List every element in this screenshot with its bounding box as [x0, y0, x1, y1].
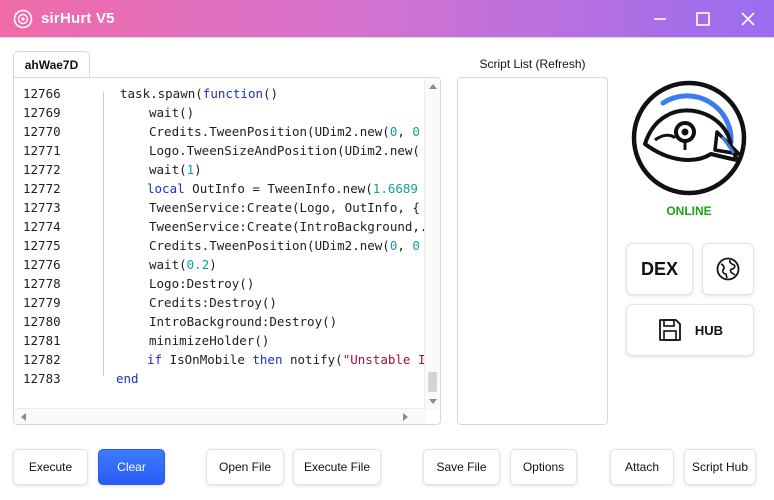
- attach-button[interactable]: Attach: [610, 449, 674, 485]
- line-number: 12776: [23, 257, 61, 272]
- code-line: 12775 Credits.TweenPosition(UDim2.new(0, …: [14, 236, 426, 255]
- options-button[interactable]: Options: [510, 449, 577, 485]
- execute-file-button[interactable]: Execute File: [293, 449, 381, 485]
- code-line: 12776 wait(0.2): [14, 255, 426, 274]
- dex-button[interactable]: DEX: [626, 243, 693, 295]
- line-number: 12770: [23, 124, 61, 139]
- code-line: 12766 task.spawn(function(): [14, 84, 426, 103]
- line-number: 12766: [23, 86, 61, 101]
- code-text: wait(1): [149, 162, 202, 177]
- line-number: 12772: [23, 181, 61, 196]
- clear-button[interactable]: Clear: [98, 449, 165, 485]
- execute-button[interactable]: Execute: [13, 449, 88, 485]
- title-bar: sirHurt V5: [0, 0, 774, 38]
- line-number: 12778: [23, 276, 61, 291]
- open-file-button[interactable]: Open File: [206, 449, 284, 485]
- globe-icon: [716, 257, 740, 281]
- editor-tab[interactable]: ahWae7D: [13, 51, 90, 78]
- eye-swirl-icon: [13, 9, 33, 29]
- code-text: Logo:Destroy(): [149, 276, 255, 291]
- bird-logo-icon: [631, 80, 747, 196]
- vertical-scrollbar[interactable]: [424, 78, 440, 410]
- code-line: 12774 TweenService:Create(IntroBackground…: [14, 217, 426, 236]
- code-text: if IsOnMobile then notify("Unstable I: [147, 352, 424, 367]
- code-text: end: [116, 371, 139, 386]
- hub-button[interactable]: HUB: [626, 304, 754, 356]
- hub-label: HUB: [694, 322, 724, 338]
- script-hub-button[interactable]: Script Hub: [684, 449, 756, 485]
- maximize-icon[interactable]: [692, 8, 714, 30]
- minimize-icon[interactable]: [649, 8, 671, 30]
- scroll-up-icon[interactable]: [429, 84, 437, 89]
- hub-inner: HUB: [657, 317, 723, 343]
- horizontal-scrollbar[interactable]: [14, 408, 426, 424]
- code-text: minimizeHolder(): [149, 333, 270, 348]
- dex-label: DEX: [640, 258, 678, 279]
- line-number: 12775: [23, 238, 61, 253]
- line-number: 12769: [23, 105, 61, 120]
- line-number: 12781: [23, 333, 61, 348]
- line-number: 12780: [23, 314, 61, 329]
- code-line: 12771 Logo.TweenSizeAndPosition(UDim2.new…: [14, 141, 426, 160]
- code-text: wait(0.2): [149, 257, 217, 272]
- code-line: 12780 IntroBackground:Destroy(): [14, 312, 426, 331]
- scroll-down-icon[interactable]: [429, 399, 437, 404]
- script-list[interactable]: [457, 77, 608, 425]
- line-number: 12773: [23, 200, 61, 215]
- code-line: 12772 wait(1): [14, 160, 426, 179]
- scroll-thumb[interactable]: [428, 372, 437, 392]
- scroll-right-icon[interactable]: [403, 413, 408, 421]
- code-line: 12769 wait(): [14, 103, 426, 122]
- line-number: 12774: [23, 219, 61, 234]
- code-text: local OutInfo = TweenInfo.new(1.6689: [147, 181, 418, 196]
- code-line: 12782 if IsOnMobile then notify("Unstable…: [14, 350, 426, 369]
- script-list-title[interactable]: Script List (Refresh): [457, 57, 608, 71]
- code-line: 12770 Credits.TweenPosition(UDim2.new(0, …: [14, 122, 426, 141]
- globe-button[interactable]: [702, 243, 754, 295]
- line-number: 12771: [23, 143, 61, 158]
- code-text: TweenService:Create(IntroBackground,.: [149, 219, 424, 234]
- scroll-left-icon[interactable]: [21, 413, 26, 421]
- code-text: wait(): [149, 105, 195, 120]
- code-text: TweenService:Create(Logo, OutInfo, {: [149, 200, 420, 215]
- code-lines: 12766 task.spawn(function() 12769 wait() 127…: [14, 84, 426, 388]
- line-number: 12782: [23, 352, 61, 367]
- code-text: Credits.TweenPosition(UDim2.new(0, 0: [149, 124, 420, 139]
- code-text: task.spawn(function(): [120, 86, 279, 101]
- code-line: 12783 end: [14, 369, 426, 388]
- code-text: Credits.TweenPosition(UDim2.new(0, 0: [149, 238, 420, 253]
- status-badge: ONLINE: [666, 204, 712, 218]
- code-line: 12778 Logo:Destroy(): [14, 274, 426, 293]
- code-line: 12781 minimizeHolder(): [14, 331, 426, 350]
- code-text: Logo.TweenSizeAndPosition(UDim2.new(: [149, 143, 420, 158]
- line-number: 12783: [23, 371, 61, 386]
- line-number: 12772: [23, 162, 61, 177]
- code-line: 12773 TweenService:Create(Logo, OutInfo, …: [14, 198, 426, 217]
- code-line: 12779 Credits:Destroy(): [14, 293, 426, 312]
- line-number: 12779: [23, 295, 61, 310]
- code-editor[interactable]: 12766 task.spawn(function() 12769 wait() 127…: [13, 77, 441, 425]
- editor-tab-label: ahWae7D: [24, 58, 79, 72]
- app-title: sirHurt V5: [41, 10, 115, 27]
- code-text: Credits:Destroy(): [149, 295, 277, 310]
- floppy-disk-icon: [659, 319, 681, 341]
- code-text: IntroBackground:Destroy(): [149, 314, 338, 329]
- code-line: 12772 local OutInfo = TweenInfo.new(1.668…: [14, 179, 426, 198]
- save-file-button[interactable]: Save File: [423, 449, 500, 485]
- close-icon[interactable]: [737, 8, 759, 30]
